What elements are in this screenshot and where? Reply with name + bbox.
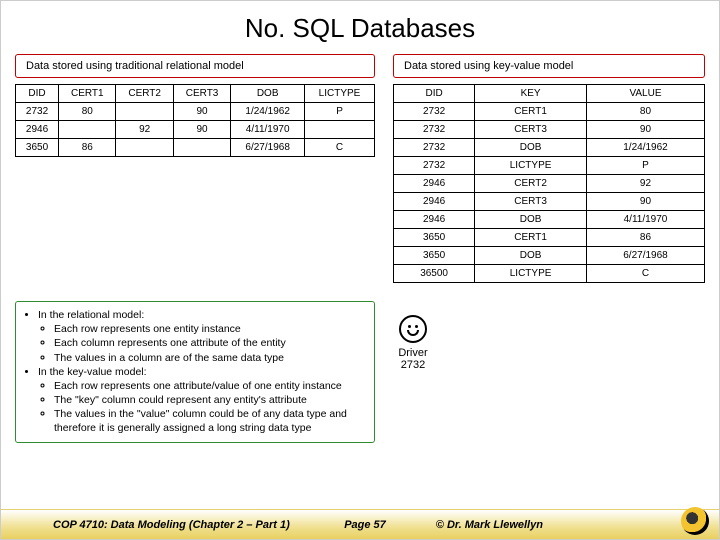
kv-th: DID — [394, 85, 475, 103]
rel-th: DID — [16, 85, 59, 103]
table-row: 2732CERT180 — [394, 103, 705, 121]
kv-th: KEY — [475, 85, 587, 103]
table-row: 3650CERT186 — [394, 229, 705, 247]
table-row: 273280901/24/1962P — [16, 103, 375, 121]
bullet: Each row represents one entity instance — [54, 322, 366, 336]
bullet: In the key-value model: — [38, 366, 147, 378]
rel-th: DOB — [231, 85, 305, 103]
driver-id: 2732 — [385, 359, 441, 371]
table-row: 294692904/11/1970 — [16, 121, 375, 139]
keyvalue-table: DID KEY VALUE 2732CERT180 2732CERT390 27… — [393, 84, 705, 283]
table-row: 2946DOB4/11/1970 — [394, 211, 705, 229]
relational-label: Data stored using traditional relational… — [15, 54, 375, 78]
bullet: The values in the "value" column could b… — [54, 407, 366, 435]
driver-callout: Driver 2732 — [385, 315, 441, 371]
bullet: Each column represents one attribute of … — [54, 336, 366, 350]
keyvalue-label: Data stored using key-value model — [393, 54, 705, 78]
bullet: The values in a column are of the same d… — [54, 351, 366, 365]
explanation-box: In the relational model: Each row repres… — [15, 301, 375, 443]
footer-author: © Dr. Mark Llewellyn — [406, 519, 707, 531]
bullet: Each row represents one attribute/value … — [54, 379, 366, 393]
table-row: 2732DOB1/24/1962 — [394, 139, 705, 157]
rel-th: LICTYPE — [305, 85, 375, 103]
slide-footer: COP 4710: Data Modeling (Chapter 2 – Par… — [1, 509, 719, 539]
smiley-face-icon — [399, 315, 427, 343]
rel-th: CERT1 — [59, 85, 116, 103]
footer-page: Page 57 — [324, 519, 406, 531]
table-row: 2946CERT390 — [394, 193, 705, 211]
kv-th: VALUE — [586, 85, 704, 103]
rel-th: CERT3 — [173, 85, 230, 103]
bullet: In the relational model: — [38, 309, 144, 321]
rel-th: CERT2 — [116, 85, 173, 103]
table-row: 36500LICTYPEC — [394, 265, 705, 283]
slide-title: No. SQL Databases — [1, 1, 719, 54]
table-row: 2732LICTYPEP — [394, 157, 705, 175]
table-row: 3650866/27/1968C — [16, 139, 375, 157]
table-row: 2946CERT292 — [394, 175, 705, 193]
table-row: 3650DOB6/27/1968 — [394, 247, 705, 265]
table-row: 2732CERT390 — [394, 121, 705, 139]
bullet: The "key" column could represent any ent… — [54, 393, 366, 407]
relational-table: DID CERT1 CERT2 CERT3 DOB LICTYPE 273280… — [15, 84, 375, 157]
ucf-logo-icon — [681, 507, 709, 535]
footer-course: COP 4710: Data Modeling (Chapter 2 – Par… — [13, 519, 324, 531]
driver-label: Driver — [385, 347, 441, 359]
